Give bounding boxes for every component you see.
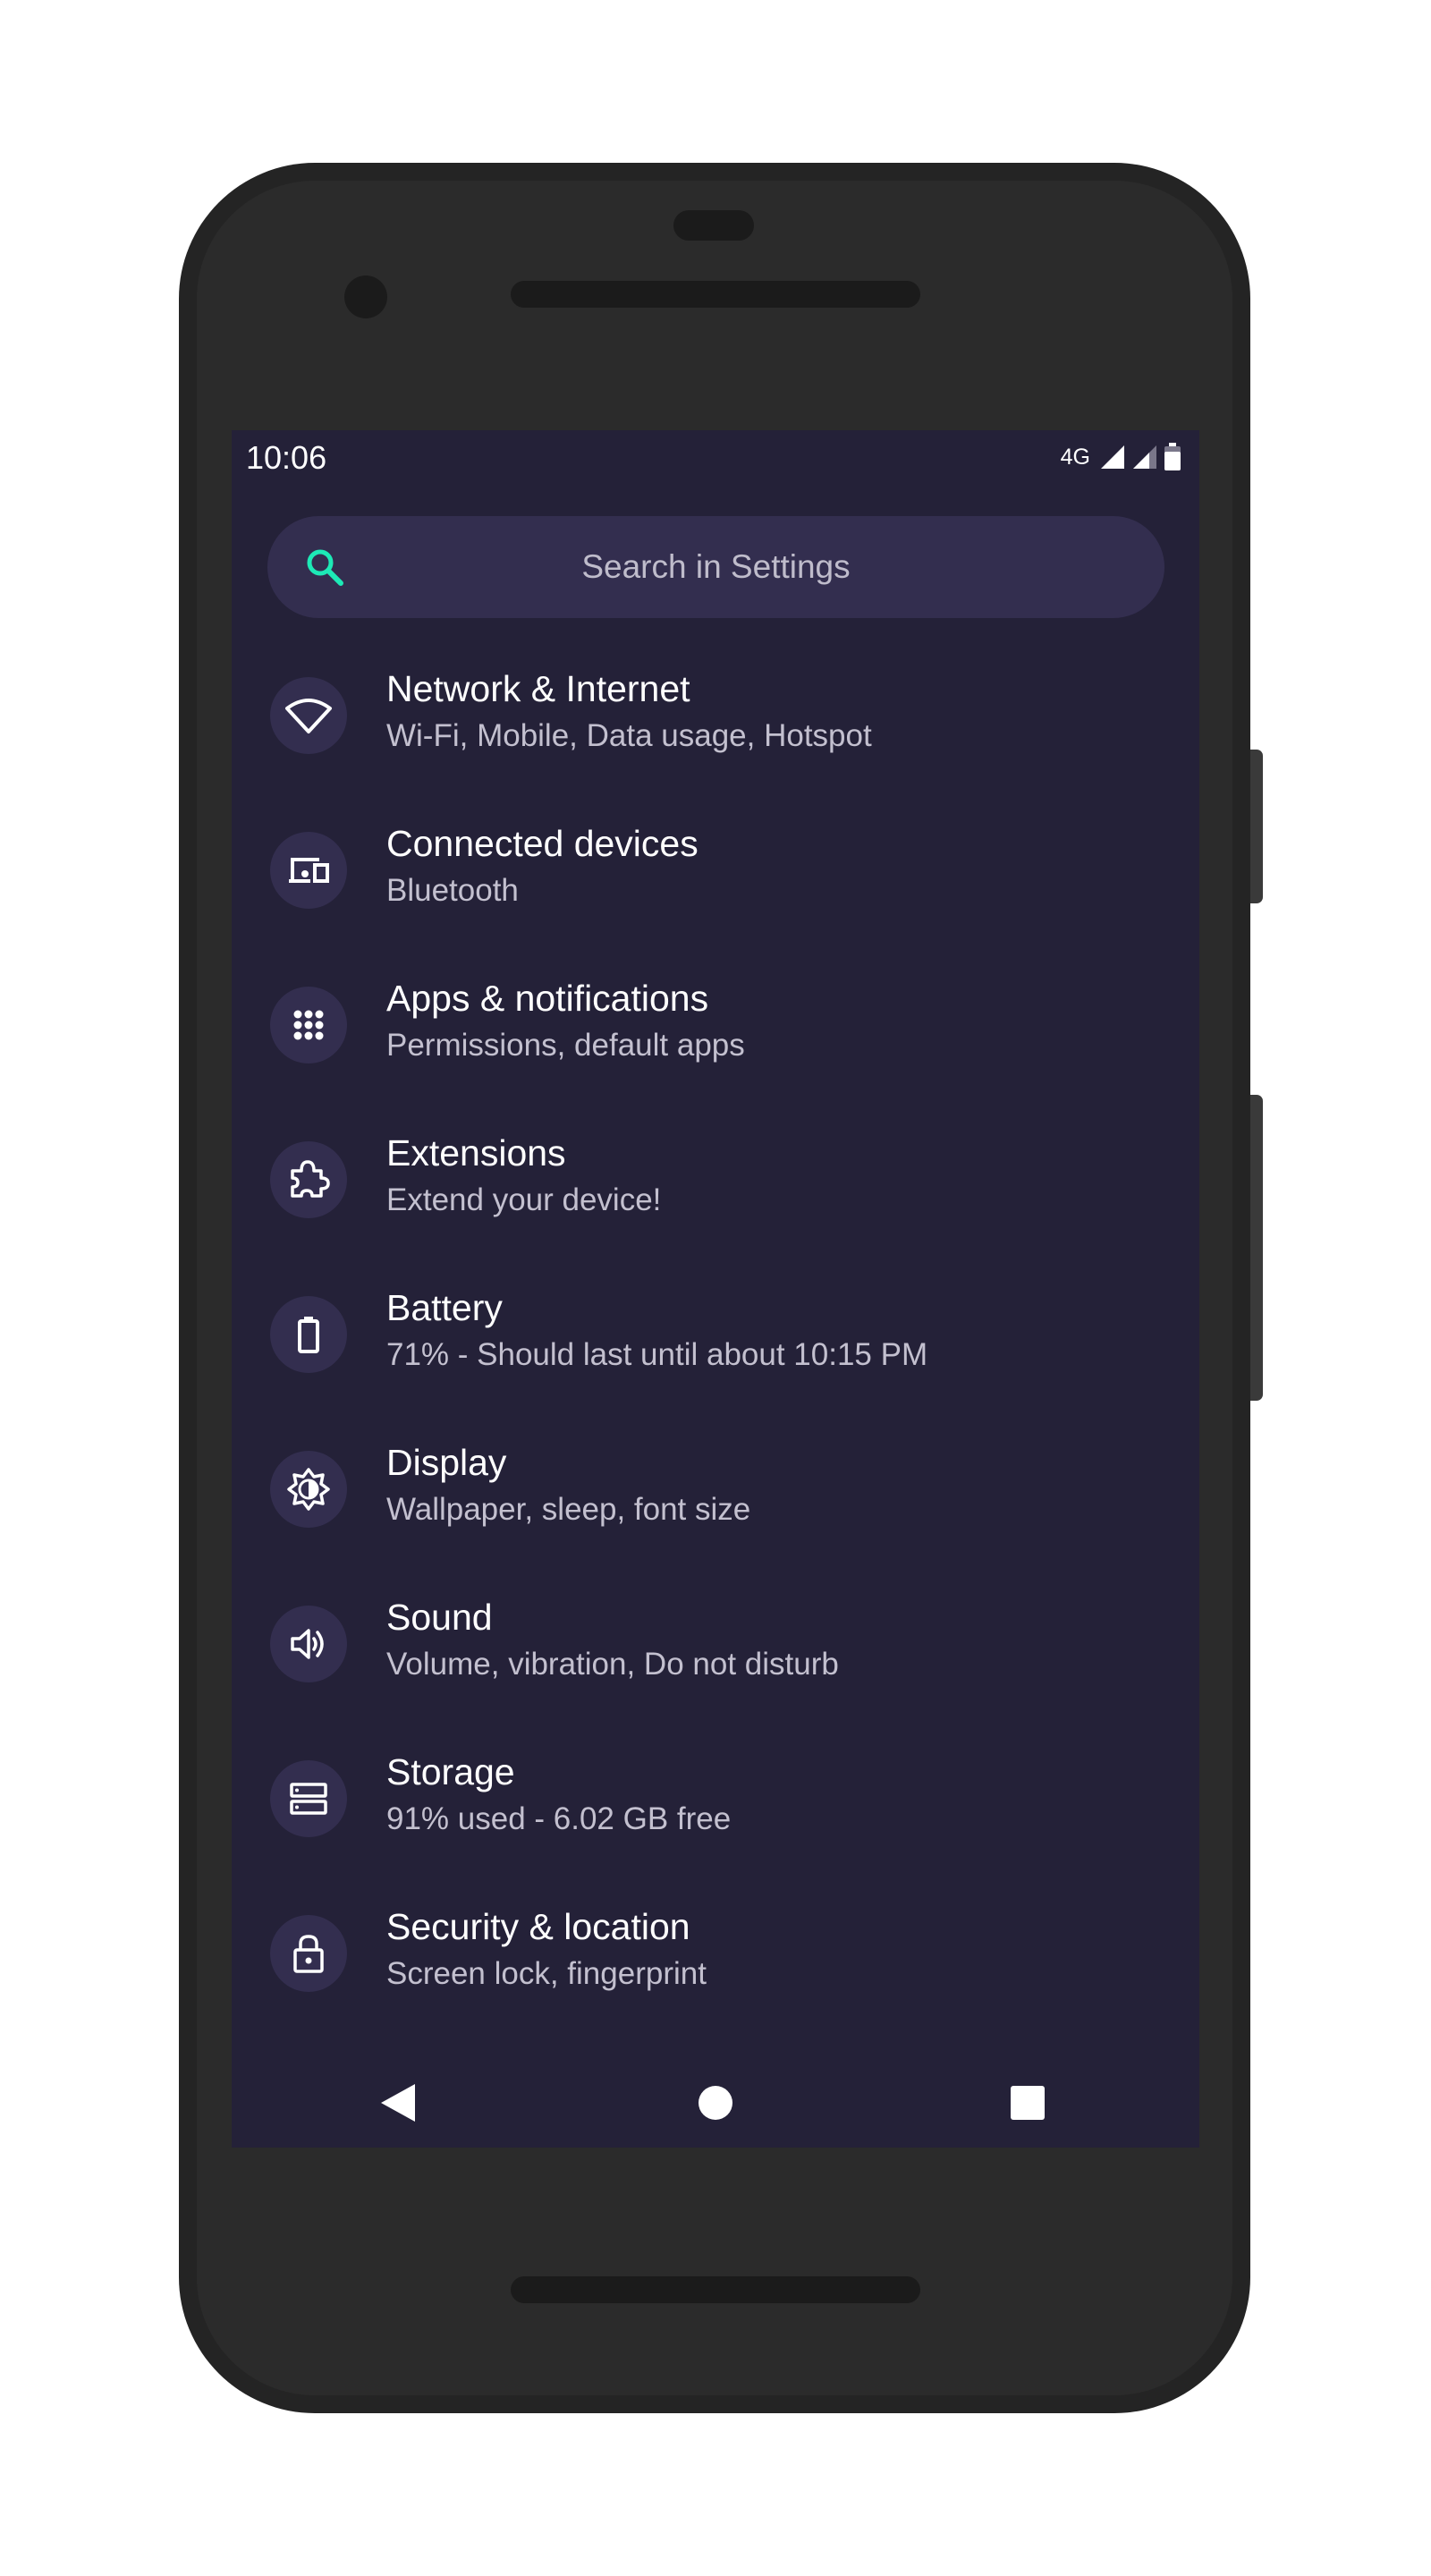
apps-grid-icon — [293, 1010, 324, 1040]
settings-item-extensions[interactable]: Extensions Extend your device! — [232, 1113, 1199, 1267]
icon-circle — [270, 677, 347, 754]
status-time: 10:06 — [246, 439, 327, 476]
settings-item-connected-devices[interactable]: Connected devices Bluetooth — [232, 803, 1199, 958]
settings-item-display[interactable]: Display Wallpaper, sleep, font size — [232, 1422, 1199, 1577]
item-subtitle: Screen lock, fingerprint — [386, 1956, 707, 1991]
item-title: Extensions — [386, 1132, 566, 1174]
status-bar: 10:06 4G — [232, 430, 1199, 484]
icon-circle — [270, 1915, 347, 1992]
power-button[interactable] — [1250, 750, 1263, 903]
item-title: Network & Internet — [386, 668, 690, 709]
item-title: Apps & notifications — [386, 978, 709, 1019]
icon-circle — [270, 987, 347, 1063]
item-subtitle: Permissions, default apps — [386, 1028, 745, 1063]
network-type: 4G — [1060, 444, 1090, 470]
item-title: Battery — [386, 1287, 503, 1328]
icon-circle — [270, 1760, 347, 1837]
item-subtitle: Volume, vibration, Do not disturb — [386, 1647, 839, 1682]
puzzle-icon — [291, 1160, 330, 1198]
item-subtitle: Extend your device! — [386, 1182, 662, 1217]
item-subtitle: Wallpaper, sleep, font size — [386, 1492, 751, 1527]
devices-icon — [289, 858, 329, 883]
item-title: Sound — [386, 1597, 493, 1638]
back-icon[interactable] — [381, 2084, 417, 2122]
settings-item-sound[interactable]: Sound Volume, vibration, Do not disturb — [232, 1577, 1199, 1732]
item-subtitle: 91% used - 6.02 GB free — [386, 1801, 732, 1836]
recents-icon[interactable] — [1011, 2086, 1045, 2120]
icon-circle — [270, 832, 347, 909]
icon-circle — [270, 1451, 347, 1528]
top-speaker — [511, 281, 920, 308]
volume-rocker[interactable] — [1250, 1095, 1263, 1401]
volume-icon — [291, 1629, 324, 1659]
icon-circle — [270, 1606, 347, 1682]
icon-circle — [270, 1296, 347, 1373]
wifi-icon — [285, 699, 332, 733]
settings-list: Network & Internet Wi-Fi, Mobile, Data u… — [232, 648, 1199, 2041]
search-bar[interactable]: Search in Settings — [267, 516, 1164, 618]
item-title: Connected devices — [386, 823, 699, 864]
item-subtitle: 71% - Should last until about 10:15 PM — [386, 1337, 928, 1372]
front-camera — [344, 275, 387, 318]
settings-item-apps[interactable]: Apps & notifications Permissions, defaul… — [232, 958, 1199, 1113]
brightness-icon — [287, 1468, 330, 1511]
item-subtitle: Wi-Fi, Mobile, Data usage, Hotspot — [386, 718, 872, 753]
battery-icon — [298, 1317, 319, 1353]
home-icon[interactable] — [699, 2086, 732, 2120]
storage-icon — [290, 1783, 327, 1815]
settings-item-network[interactable]: Network & Internet Wi-Fi, Mobile, Data u… — [232, 648, 1199, 803]
lock-icon — [293, 1935, 324, 1973]
screen: 10:06 4G Search in Settings Network & In… — [232, 430, 1199, 2148]
item-title: Storage — [386, 1751, 515, 1792]
battery-status-icon — [1164, 443, 1181, 470]
navigation-bar — [232, 2049, 1199, 2148]
settings-item-storage[interactable]: Storage 91% used - 6.02 GB free — [232, 1732, 1199, 1886]
signal-partial-icon — [1133, 445, 1156, 469]
item-title: Display — [386, 1442, 507, 1483]
item-subtitle: Bluetooth — [386, 873, 519, 908]
item-title: Security & location — [386, 1906, 690, 1947]
status-icons: 4G — [1061, 441, 1181, 473]
search-placeholder: Search in Settings — [581, 548, 851, 585]
signal-full-icon — [1101, 445, 1124, 469]
bottom-speaker — [511, 2276, 920, 2303]
settings-item-battery[interactable]: Battery 71% - Should last until about 10… — [232, 1267, 1199, 1422]
icon-circle — [270, 1141, 347, 1218]
earpiece-sensor — [673, 210, 754, 241]
settings-item-security[interactable]: Security & location Screen lock, fingerp… — [232, 1886, 1199, 2041]
